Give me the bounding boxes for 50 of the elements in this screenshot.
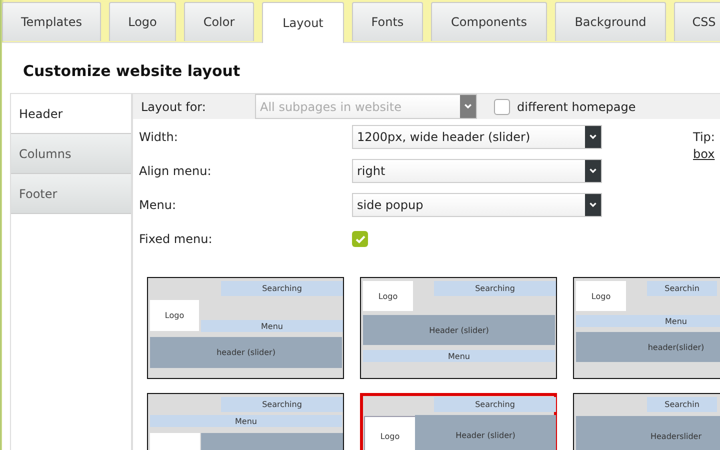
checkbox[interactable] [352,231,368,247]
dropdown-select[interactable]: 1200px, wide header (slider) [352,125,602,149]
field-label: Fixed menu: [139,232,214,246]
tab[interactable]: Fonts [352,2,423,41]
menu-bar: Menu [576,315,720,327]
search-bar: Searchin [647,281,717,296]
dropdown-select[interactable]: side popup [352,193,602,217]
menu-bar: Menu [150,415,342,427]
logo-block: Logo [363,281,413,311]
header-slider: Headerslider [576,416,720,450]
field-label: Width: [139,130,179,144]
layout-thumbnail[interactable]: Searching Logo Menu header (slider) [147,277,344,379]
header-slider: Header (slider) [363,315,555,345]
layout-thumbnail[interactable]: Searchin Logo Menu header(slider) [573,277,720,379]
layout-thumbnail[interactable]: Searching Logo Header (slider) [360,393,557,450]
field-label: Align menu: [139,164,212,178]
tab[interactable]: CSS [674,2,720,41]
search-bar: Searching [434,397,556,412]
page-title: Customize website layout [22,61,242,82]
logo-block: Logo [364,416,416,450]
search-bar: Searching [221,281,343,296]
field-label: Menu: [139,198,177,212]
checkbox-label: different homepage [517,100,636,114]
search-bar: Searching [434,281,556,296]
check-icon [354,234,366,244]
header-slider: header(slider) [576,332,720,362]
tab[interactable]: Color [184,2,254,41]
checkbox[interactable] [494,98,510,114]
field-label: Layout for: [141,100,207,114]
tab[interactable]: Templates [2,2,101,41]
tab[interactable]: Components [431,2,547,41]
layout-thumbnail[interactable]: Searching Menu [147,393,344,450]
tip-text: Tip: [693,129,715,146]
tab[interactable]: Logo [109,2,176,41]
search-bar: Searchin [647,397,717,412]
tab[interactable]: Background [555,2,666,41]
header-slider: header (slider) [150,337,342,368]
logo-block: Logo [150,300,199,331]
sidebar-item[interactable]: Footer [11,174,131,214]
menu-bar: Menu [201,320,343,332]
logo-block: Logo [576,281,626,311]
header-slider: Header (slider) [415,415,556,450]
menu-bar: Menu [363,350,555,362]
tab[interactable]: Layout [262,2,344,43]
layout-thumbnail[interactable]: Searchin Headerslider [573,393,720,450]
search-bar: Searching [221,397,343,412]
dropdown-select[interactable]: right [352,159,602,183]
layout-thumbnail[interactable]: Searching Logo Header (slider) Menu [360,277,557,379]
link[interactable]: box [693,146,715,163]
sidebar-item[interactable]: Columns [11,134,131,174]
